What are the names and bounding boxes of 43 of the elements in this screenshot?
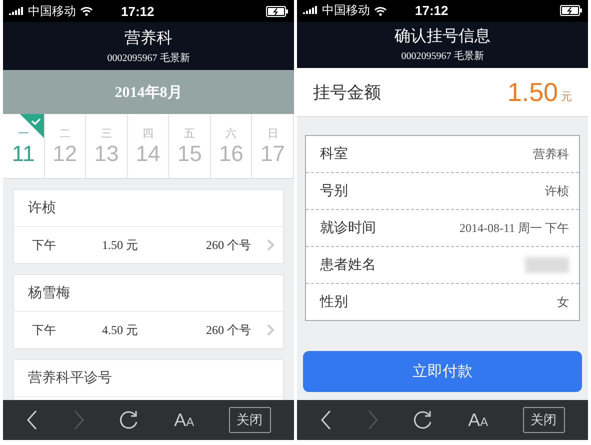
signal-icon <box>9 6 24 16</box>
schedule-row[interactable]: 下午 4.50 元 260 个号 <box>14 312 283 348</box>
wifi-icon <box>80 6 93 16</box>
patient-id: 0002095967 毛景新 <box>107 52 190 64</box>
back-icon[interactable] <box>26 410 38 430</box>
carrier-name: 中国移动 <box>28 2 76 20</box>
day-tab[interactable]: 一 11 <box>3 114 45 178</box>
chevron-right-icon <box>267 239 275 251</box>
info-label: 性别 <box>320 293 348 312</box>
status-time: 17:12 <box>415 3 448 18</box>
close-button[interactable]: 关闭 <box>522 407 565 434</box>
info-label: 患者姓名 <box>320 256 376 274</box>
info-value: 女 <box>557 294 569 311</box>
back-icon[interactable] <box>320 410 332 430</box>
battery-icon <box>266 6 288 16</box>
page-title: 营养科 <box>124 28 172 48</box>
info-label: 号别 <box>320 182 348 200</box>
amount-label: 挂号金额 <box>313 82 382 104</box>
status-time: 17:12 <box>121 4 154 18</box>
battery-icon <box>560 5 582 16</box>
info-value: 许桢 <box>545 182 569 200</box>
refresh-icon[interactable] <box>413 410 434 430</box>
month-bar: 2014年8月 <box>3 70 294 114</box>
currency-unit: 元 <box>561 90 572 104</box>
carrier-name: 中国移动 <box>322 2 370 20</box>
amount-value: 1.50 <box>507 76 558 108</box>
doctor-name: 营养科平诊号 <box>14 360 283 397</box>
chevron-right-icon <box>267 324 275 336</box>
wifi-icon <box>374 6 387 16</box>
info-label: 就诊时间 <box>320 219 376 238</box>
info-label: 科室 <box>320 145 348 164</box>
pay-button[interactable]: 立即付款 <box>303 351 582 392</box>
info-value: 营养科 <box>533 146 569 163</box>
refresh-icon[interactable] <box>119 410 140 430</box>
signal-icon <box>303 6 318 16</box>
patient-id: 0002095967 毛景新 <box>401 50 484 64</box>
page-title: 确认挂号信息 <box>394 27 490 48</box>
info-value: 2014-08-11 周一 下午 <box>459 220 569 237</box>
doctor-name: 许桢 <box>14 190 283 227</box>
schedule-row[interactable]: 下午 1.50 元 260 个号 <box>14 227 283 263</box>
day-tab[interactable]: 六 16 <box>210 114 252 178</box>
close-button[interactable]: 关闭 <box>228 407 271 433</box>
doctor-name: 杨雪梅 <box>14 275 283 312</box>
